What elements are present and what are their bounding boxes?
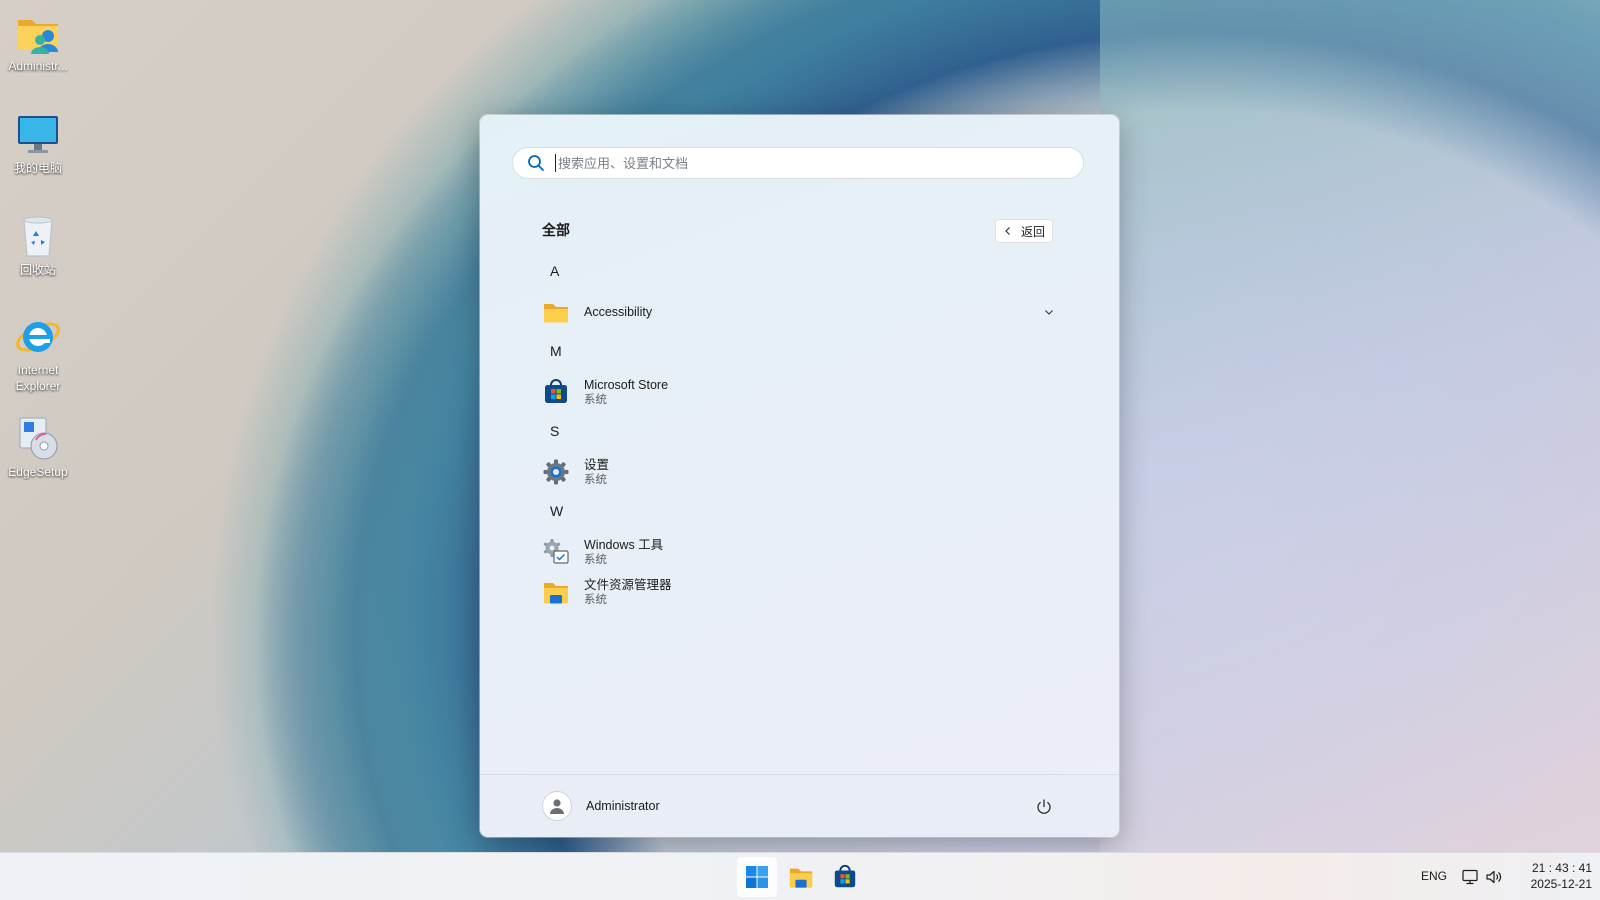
power-icon <box>1037 799 1051 814</box>
recycle-bin-icon <box>23 216 53 257</box>
desktop-icon-my-computer[interactable]: 我的电脑 <box>4 110 72 176</box>
letter-header-m[interactable]: M <box>550 343 562 359</box>
app-name: Windows 工具 <box>584 537 664 552</box>
input-language-indicator[interactable]: ENG <box>1421 869 1447 883</box>
user-folder-icon <box>18 20 58 54</box>
desktop-icon-internet-explorer[interactable]: Internet Explorer <box>4 312 72 394</box>
user-account-button[interactable]: Administrator <box>542 789 660 823</box>
app-name: Microsoft Store <box>584 377 669 392</box>
settings-gear-icon <box>543 459 569 485</box>
app-item-microsoft-store[interactable]: Microsoft Store 系统 <box>536 373 1056 411</box>
letter-header-a[interactable]: A <box>550 263 559 279</box>
app-name: 设置 <box>584 457 610 472</box>
volume-icon[interactable] <box>1485 868 1503 886</box>
start-menu-footer: Administrator <box>480 774 1119 837</box>
desktop-icon-label: Internet Explorer <box>15 363 61 393</box>
computer-icon <box>18 116 58 153</box>
windows-start-icon <box>746 866 768 888</box>
desktop-icon-label: 我的电脑 <box>13 161 62 175</box>
clock-date: 2025-12-21 <box>1530 877 1592 891</box>
desktop-icon-label: Administr... <box>8 59 68 73</box>
search-input[interactable] <box>555 154 1040 172</box>
desktop-icon-administrator[interactable]: Administr... <box>4 8 72 74</box>
user-name: Administrator <box>586 799 660 813</box>
folder-icon <box>544 304 568 323</box>
avatar <box>542 791 572 821</box>
search-icon <box>528 155 544 171</box>
desktop-icon-label: EdgeSetup <box>8 465 68 479</box>
chevron-down-icon[interactable] <box>1044 307 1054 317</box>
app-item-accessibility[interactable]: Accessibility <box>536 293 1056 331</box>
taskbar-clock[interactable]: 21 : 43 : 41 2025-12-21 <box>1512 860 1592 892</box>
desktop-icon-edgesetup[interactable]: EdgeSetup <box>4 414 72 480</box>
app-name: Accessibility <box>584 305 653 319</box>
back-button-label: 返回 <box>1020 224 1045 239</box>
internet-explorer-icon <box>16 322 60 352</box>
search-box[interactable] <box>512 147 1084 179</box>
taskbar-file-explorer-button[interactable] <box>781 857 821 897</box>
user-icon <box>550 799 564 814</box>
app-item-windows-tools[interactable]: Windows 工具 系统 <box>536 533 1056 571</box>
wallpaper-sheen <box>1100 0 1600 852</box>
taskbar: ENG 21 : 43 : 41 2025-12-21 <box>0 852 1600 900</box>
start-menu: 全部 返回 A Accessibility M Microso <box>480 115 1119 837</box>
desktop-icon-label: 回收站 <box>19 263 56 277</box>
back-button[interactable]: 返回 <box>995 219 1053 243</box>
app-subtitle: 系统 <box>584 473 607 486</box>
microsoft-store-icon <box>545 379 567 403</box>
app-subtitle: 系统 <box>584 553 607 566</box>
power-button[interactable] <box>1032 795 1056 819</box>
letter-header-w[interactable]: W <box>550 503 563 519</box>
taskbar-microsoft-store-button[interactable] <box>825 857 865 897</box>
file-explorer-icon <box>544 583 568 604</box>
file-explorer-icon <box>789 868 813 888</box>
taskbar-start-button[interactable] <box>737 857 777 897</box>
desktop-icon-recycle-bin[interactable]: 回收站 <box>4 212 72 278</box>
app-name: 文件资源管理器 <box>584 577 672 592</box>
app-subtitle: 系统 <box>584 593 607 606</box>
windows-tools-icon <box>543 539 569 564</box>
chevron-left-icon <box>1005 227 1010 235</box>
microsoft-store-icon <box>834 864 856 888</box>
app-subtitle: 系统 <box>584 393 607 406</box>
app-item-file-explorer[interactable]: 文件资源管理器 系统 <box>536 573 1056 611</box>
clock-time: 21 : 43 : 41 <box>1531 861 1592 875</box>
app-item-settings[interactable]: 设置 系统 <box>536 453 1056 491</box>
edge-setup-icon <box>19 417 58 460</box>
network-icon[interactable] <box>1461 868 1479 886</box>
letter-header-s[interactable]: S <box>550 423 559 439</box>
all-apps-title: 全部 <box>542 222 570 238</box>
